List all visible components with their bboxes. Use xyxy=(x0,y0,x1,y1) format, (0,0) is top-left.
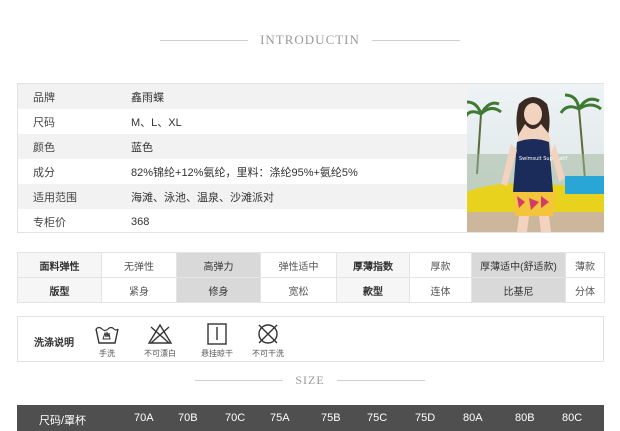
hang-dry-icon xyxy=(207,323,227,345)
heading-divider-left xyxy=(195,380,284,381)
heading-divider-right xyxy=(336,380,425,381)
attr-option: 宽松 xyxy=(260,277,337,303)
info-row-material: 成分 82%锦纶+12%氨纶，里料：涤纶95%+氨纶5% xyxy=(18,159,467,184)
size-column: 75B xyxy=(321,412,341,424)
attr-option: 紧身 xyxy=(101,277,177,303)
wash-label: 手洗 xyxy=(99,349,115,358)
model-photo-illustration: Swimsuit Superlatif xyxy=(467,84,604,232)
size-column: 75D xyxy=(415,412,436,424)
intro-heading-text: INTRODUCTIN xyxy=(260,32,360,47)
info-label: 成分 xyxy=(33,166,55,179)
attr-option-selected: 厚薄适中(舒适款) xyxy=(471,252,566,278)
info-row-price: 专柜价 368 xyxy=(18,209,467,234)
info-label: 适用范围 xyxy=(33,191,77,204)
info-value: 368 xyxy=(131,215,150,228)
attr-option-selected: 修身 xyxy=(176,277,261,303)
no-tumble-dry-icon xyxy=(258,324,278,344)
product-info-panel: 品牌 鑫雨蝶 尺码 M、L、XL 颜色 蓝色 成分 82%锦纶+12%氨纶，里料… xyxy=(17,83,604,233)
size-table-header: 尺码/罩杯 70A 70B 70C 75A 75B 75C 75D 80A 80… xyxy=(17,405,604,431)
info-label: 品牌 xyxy=(33,91,55,104)
info-value: 海滩、泳池、温泉、沙滩派对 xyxy=(131,191,274,204)
model-photo: Swimsuit Superlatif xyxy=(467,84,604,232)
info-value: 82%锦纶+12%氨纶，里料：涤纶95%+氨纶5% xyxy=(131,166,358,179)
no-bleach-icon xyxy=(147,323,173,344)
info-row-brand: 品牌 鑫雨蝶 xyxy=(18,84,467,109)
size-heading-text: SIZE xyxy=(295,373,325,387)
info-label: 专柜价 xyxy=(33,216,66,229)
attr-head-fit: 版型 xyxy=(17,277,102,303)
wash-item-hang-dry: 悬挂晾干 xyxy=(192,323,242,359)
shirt-text: Swimsuit Superlatif xyxy=(519,156,568,162)
info-value: 蓝色 xyxy=(131,141,153,154)
size-column: 70B xyxy=(178,412,198,424)
attr-head-thickness: 厚薄指数 xyxy=(336,252,410,278)
wash-item-no-bleach: 不可漂白 xyxy=(135,323,185,359)
washing-instructions-panel: 洗涤说明 手洗 不可漂白 悬挂晾干 不可干洗 xyxy=(17,316,604,362)
fabric-attribute-table: 面料弹性 无弹性 高弹力 弹性适中 厚薄指数 厚款 厚薄适中(舒适款) 薄款 版… xyxy=(17,252,605,303)
size-header-label: 尺码/罩杯 xyxy=(39,415,87,427)
wash-label: 不可漂白 xyxy=(144,349,176,358)
info-value: 鑫雨蝶 xyxy=(131,91,164,104)
size-column: 80B xyxy=(515,412,535,424)
washing-title: 洗涤说明 xyxy=(34,338,74,349)
size-column: 80A xyxy=(463,412,483,424)
attr-option-selected: 比基尼 xyxy=(471,277,566,303)
attr-option: 连体 xyxy=(409,277,472,303)
size-column: 75C xyxy=(367,412,388,424)
info-row-usage: 适用范围 海滩、泳池、温泉、沙滩派对 xyxy=(18,184,467,209)
wash-label: 悬挂晾干 xyxy=(201,349,233,358)
heading-divider-right xyxy=(371,39,460,41)
attr-row-fit: 版型 紧身 修身 宽松 款型 连体 比基尼 分体 xyxy=(17,277,605,303)
intro-section-heading: INTRODUCTIN xyxy=(0,32,620,48)
attr-option: 厚款 xyxy=(409,252,472,278)
attr-head-style: 款型 xyxy=(336,277,410,303)
wash-item-no-dry-clean: 不可干洗 xyxy=(243,323,293,359)
attr-option-selected: 高弹力 xyxy=(176,252,261,278)
wash-label: 不可干洗 xyxy=(252,349,284,358)
heading-divider-left xyxy=(160,39,249,41)
size-column: 80C xyxy=(562,412,583,424)
attr-option: 薄款 xyxy=(565,252,605,278)
size-column: 75A xyxy=(270,412,290,424)
attr-row-elasticity: 面料弹性 无弹性 高弹力 弹性适中 厚薄指数 厚款 厚薄适中(舒适款) 薄款 xyxy=(17,252,605,278)
info-row-color: 颜色 蓝色 xyxy=(18,134,467,159)
attr-head-elasticity: 面料弹性 xyxy=(17,252,102,278)
attr-option: 弹性适中 xyxy=(260,252,337,278)
hand-wash-icon xyxy=(95,326,119,344)
info-label: 颜色 xyxy=(33,141,55,154)
wash-item-hand-wash: 手洗 xyxy=(82,323,132,359)
size-column: 70C xyxy=(225,412,246,424)
attr-option: 分体 xyxy=(565,277,605,303)
attr-option: 无弹性 xyxy=(101,252,177,278)
size-section-heading: SIZE xyxy=(0,373,620,388)
info-label: 尺码 xyxy=(33,116,55,129)
size-column: 70A xyxy=(134,412,154,424)
info-row-size: 尺码 M、L、XL xyxy=(18,109,467,134)
info-value: M、L、XL xyxy=(131,116,182,129)
